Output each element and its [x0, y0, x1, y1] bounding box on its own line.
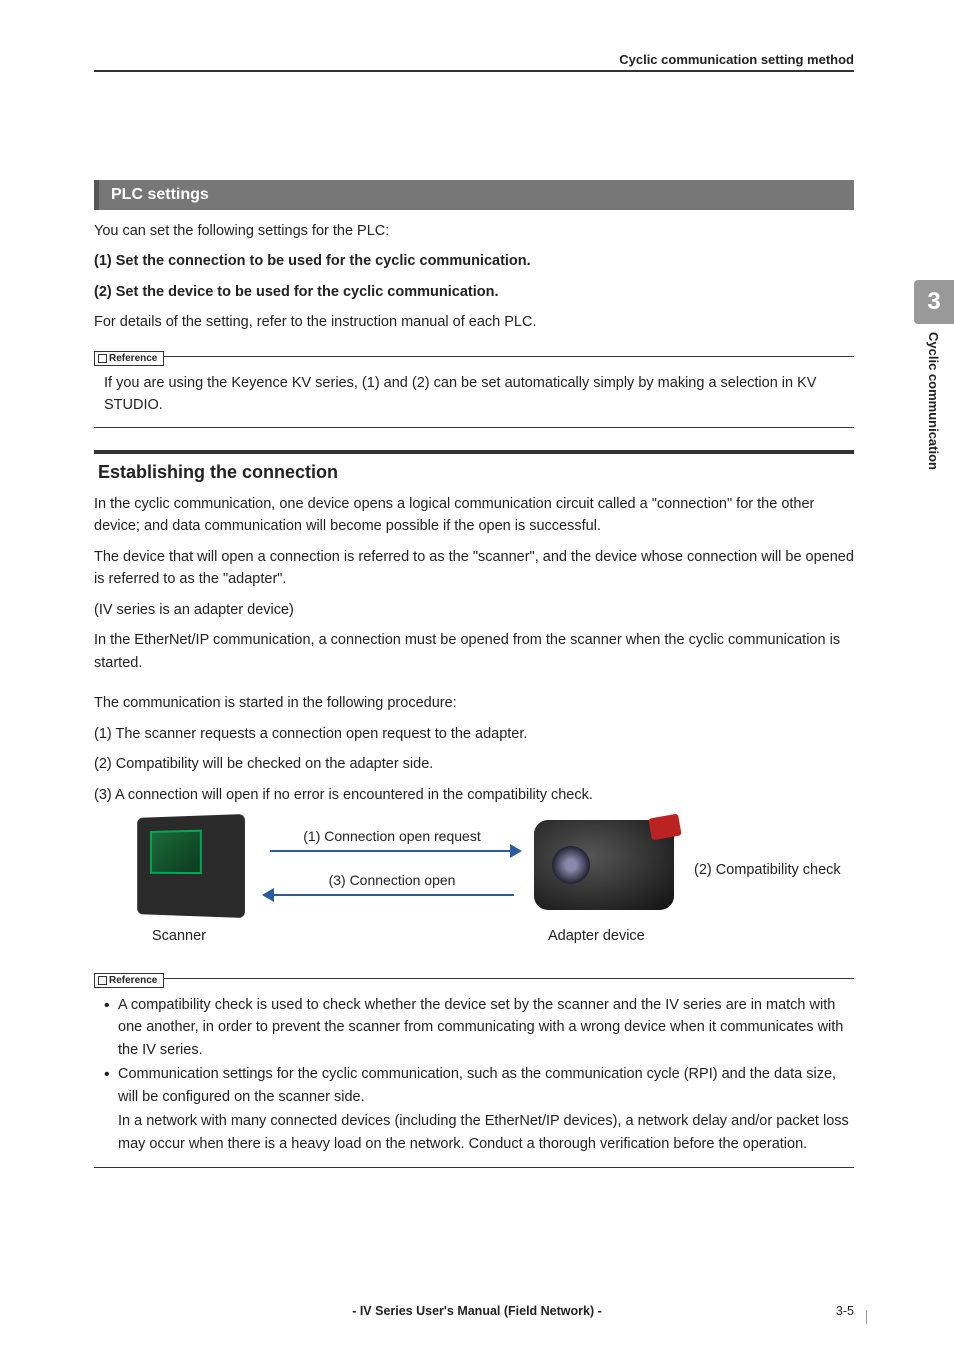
arrow-left-icon [262, 890, 522, 900]
diagram-adapter-caption: Adapter device [548, 928, 645, 944]
reference-2-bullet-2b: In a network with many connected devices… [104, 1110, 850, 1155]
footer-manual-title: - IV Series User's Manual (Field Network… [0, 1304, 954, 1318]
conn-step2: (2) Compatibility will be checked on the… [94, 753, 854, 775]
reference-box-2: Reference A compatibility check is used … [94, 970, 854, 1168]
diagram-scanner-caption: Scanner [152, 928, 206, 944]
chapter-tab: 3 Cyclic communication [914, 280, 954, 470]
reference-2-bullet-2: Communication settings for the cyclic co… [104, 1063, 850, 1108]
chapter-number: 3 [914, 280, 954, 324]
adapter-device-image [534, 820, 674, 910]
conn-p3: (IV series is an adapter device) [94, 599, 854, 621]
plc-item-2: (2) Set the device to be used for the cy… [94, 281, 854, 303]
conn-p4: In the EtherNet/IP communication, a conn… [94, 629, 854, 674]
conn-step3: (3) A connection will open if no error i… [94, 784, 854, 806]
conn-p5: The communication is started in the foll… [94, 692, 854, 714]
footer-tick-mark [866, 1310, 867, 1324]
section-heading-connection: Establishing the connection [98, 462, 854, 483]
conn-p2: The device that will open a connection i… [94, 546, 854, 591]
plc-details: For details of the setting, refer to the… [94, 311, 854, 333]
chapter-title: Cyclic communication [914, 332, 941, 470]
reference-1-text: If you are using the Keyence KV series, … [94, 366, 854, 428]
reference-box-1: Reference If you are using the Keyence K… [94, 348, 854, 428]
connection-diagram: (1) Connection open request (3) Connecti… [134, 816, 854, 956]
scanner-device-image [137, 814, 245, 918]
running-header: Cyclic communication setting method [619, 52, 854, 67]
plc-item-1: (1) Set the connection to be used for th… [94, 250, 854, 272]
reference-label: Reference [94, 351, 164, 366]
conn-p1: In the cyclic communication, one device … [94, 493, 854, 538]
plc-intro: You can set the following settings for t… [94, 220, 854, 242]
section-heading-plc: PLC settings [94, 180, 854, 210]
diagram-arrow1-label: (1) Connection open request [262, 828, 522, 844]
diagram-compat-label: (2) Compatibility check [694, 862, 841, 878]
arrow-right-icon [262, 846, 522, 856]
diagram-arrow3-label: (3) Connection open [262, 872, 522, 888]
footer-page-number: 3-5 [836, 1304, 854, 1318]
reference-2-bullet-1: A compatibility check is used to check w… [104, 994, 850, 1061]
reference-label-2: Reference [94, 973, 164, 988]
header-rule [94, 70, 854, 72]
conn-step1: (1) The scanner requests a connection op… [94, 723, 854, 745]
